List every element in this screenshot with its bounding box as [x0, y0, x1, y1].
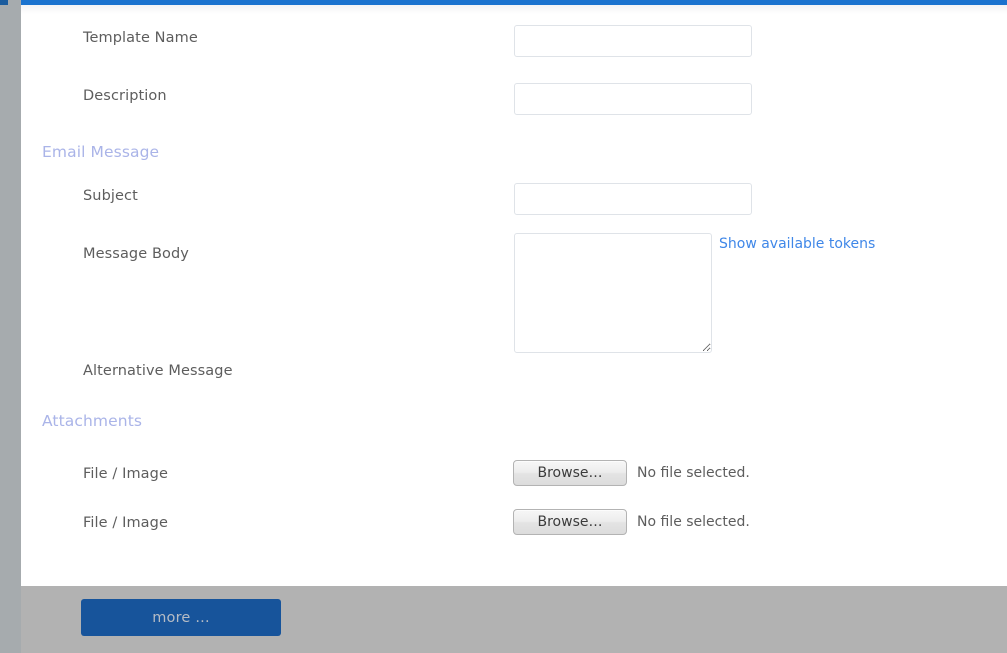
page-root: Template Name Description Email Message … [0, 0, 1007, 653]
browse-button-1[interactable]: Browse… [513, 460, 627, 486]
file-field-2: Browse… No file selected. [513, 509, 750, 535]
footer-bar: more ... [21, 586, 1007, 653]
form-row-alternative-message: Alternative Message [21, 363, 1007, 412]
input-subject[interactable] [514, 183, 752, 215]
label-template-name: Template Name [83, 30, 198, 46]
left-gutter-accent [0, 0, 8, 5]
file-status-2: No file selected. [637, 514, 750, 530]
form-row-description: Description [21, 72, 1007, 130]
textarea-message-body[interactable] [514, 233, 712, 353]
file-field-1: Browse… No file selected. [513, 460, 750, 486]
label-description: Description [83, 88, 167, 104]
label-subject: Subject [83, 188, 138, 204]
form-row-file-image-1: File / Image Browse… No file selected. [21, 460, 1007, 515]
form-row-section-attachments: Attachments [21, 412, 1007, 466]
form-row-section-email-message: Email Message [21, 130, 1007, 172]
label-file-image-1: File / Image [83, 466, 168, 482]
label-file-image-2: File / Image [83, 515, 168, 531]
form-row-template-name: Template Name [21, 14, 1007, 72]
file-status-1: No file selected. [637, 465, 750, 481]
top-accent-fade [21, 5, 1007, 14]
label-message-body: Message Body [83, 246, 189, 262]
form-row-message-body: Message Body Show available tokens [21, 230, 1007, 363]
show-available-tokens-link[interactable]: Show available tokens [719, 236, 875, 252]
section-header-email-message: Email Message [42, 143, 160, 161]
left-gutter-strip [0, 0, 21, 653]
more-button[interactable]: more ... [81, 599, 281, 636]
email-template-form: Template Name Description Email Message … [21, 14, 1007, 564]
section-header-attachments: Attachments [42, 412, 143, 430]
browse-button-2[interactable]: Browse… [513, 509, 627, 535]
form-row-subject: Subject [21, 172, 1007, 230]
input-template-name[interactable] [514, 25, 752, 57]
content-panel: Template Name Description Email Message … [21, 0, 1007, 586]
form-row-file-image-2: File / Image Browse… No file selected. [21, 509, 1007, 564]
input-description[interactable] [514, 83, 752, 115]
label-alternative-message: Alternative Message [83, 363, 233, 379]
